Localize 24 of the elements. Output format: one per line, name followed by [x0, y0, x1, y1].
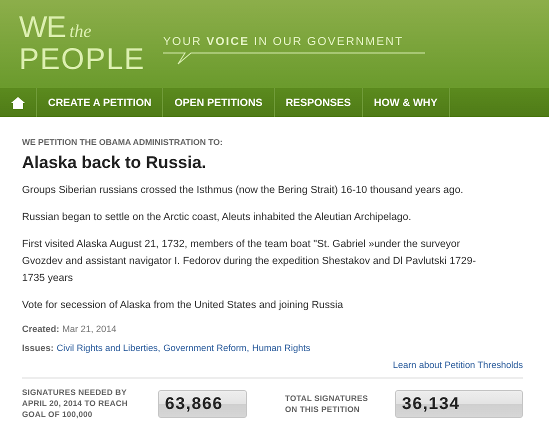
issue-link[interactable]: Government Reform, — [163, 343, 250, 353]
issue-link[interactable]: Civil Rights and Liberties, — [56, 343, 160, 353]
issues-label: Issues: — [22, 343, 54, 353]
counter-label: SIGNATURES NEEDED BY APRIL 20, 2014 TO REACH GOAL OF 100,000 — [22, 387, 129, 420]
petition-paragraph: First visited Alaska August 21, 1732, members of the team boat "St. Gabriel »under the surveyor Gvozdev and assistant navigator I. Fedorov during the expedition Shestakov and Dl Pavlutski 1729-1735 years — [22, 238, 477, 286]
issue-link[interactable]: Human Rights — [252, 343, 310, 353]
counter-value: 36,134 — [395, 390, 523, 418]
nav-link[interactable]: HOW & WHY — [362, 88, 450, 117]
petition-title: Alaska back to Russia. — [22, 153, 208, 173]
counter-label: TOTAL SIGNATURES ON THIS PETITION — [285, 392, 370, 414]
tagline: YOUR VOICE IN OUR GOVERNMENT — [163, 36, 405, 48]
nav-link[interactable]: CREATE A PETITION — [37, 88, 164, 117]
petition-paragraph: Groups Siberian russians crossed the Isthmus (now the Bering Strait) 16-10 thousand years ago. — [22, 184, 464, 198]
counter-value: 63,866 — [158, 390, 247, 418]
thresholds-link[interactable]: Learn about Petition Thresholds — [392, 360, 523, 370]
petition-paragraph: Russian began to settle on the Arctic coast, Aleuts inhabited the Aleutian Archipelago. — [22, 211, 412, 225]
created-date: Mar 21, 2014 — [62, 324, 116, 334]
home-icon — [10, 96, 26, 110]
nav-link[interactable]: OPEN PETITIONS — [163, 88, 275, 117]
nav-link[interactable]: RESPONSES — [274, 88, 363, 117]
created-label: Created: — [22, 324, 60, 334]
logo-text[interactable]: PEOPLE — [19, 45, 146, 75]
petition-paragraph: Vote for secession of Alaska from the United States and joining Russia — [22, 299, 344, 313]
petition-kicker: WE PETITION THE OBAMA ADMINISTRATION TO: — [22, 137, 224, 147]
